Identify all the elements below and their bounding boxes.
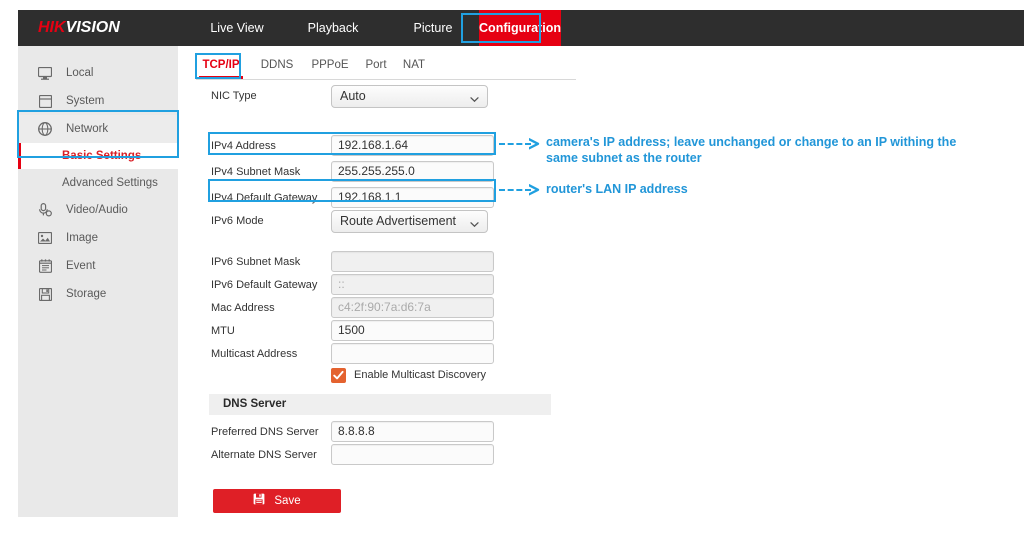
multicast-address-input[interactable] xyxy=(331,343,494,364)
sidebar-item-basic-settings[interactable]: Basic Settings xyxy=(18,143,178,169)
tab-configuration[interactable]: Configuration xyxy=(479,10,561,46)
ipv6-default-gateway-input[interactable]: :: xyxy=(331,274,494,295)
sidebar-item-system[interactable]: System xyxy=(18,87,178,115)
preferred-dns-server-label: Preferred DNS Server xyxy=(211,426,319,438)
nic-type-label: NIC Type xyxy=(211,90,257,102)
ipv4-subnet-mask-label: IPv4 Subnet Mask xyxy=(211,166,301,178)
nic-type-value: Auto xyxy=(340,89,366,103)
window-icon xyxy=(32,94,58,108)
preferred-dns-server-input[interactable]: 8.8.8.8 xyxy=(331,421,494,442)
tab-port[interactable]: Port xyxy=(362,54,390,79)
tab-ddns[interactable]: DDNS xyxy=(256,54,298,79)
mtu-input[interactable]: 1500 xyxy=(331,320,494,341)
chevron-down-icon xyxy=(470,215,479,228)
save-button[interactable]: Save xyxy=(213,489,341,513)
ipv4-default-gateway-input[interactable]: 192.168.1.1 xyxy=(331,187,494,208)
row-alternate-dns-server: Alternate DNS Server xyxy=(178,444,598,466)
hikvision-logo: HIKVISION xyxy=(38,19,120,37)
sidebar-subitem-label: Basic Settings xyxy=(62,150,142,162)
multicast-address-label: Multicast Address xyxy=(211,348,298,360)
mac-address-label: Mac Address xyxy=(211,302,275,314)
sidebar-item-event[interactable]: Event xyxy=(18,252,178,280)
ipv4-default-gateway-label: IPv4 Default Gateway xyxy=(211,192,318,204)
nic-type-select[interactable]: Auto xyxy=(331,85,488,108)
content-tab-strip: TCP/IP DDNS PPPoE Port NAT xyxy=(196,54,576,80)
logo-vision-text: VISION xyxy=(65,19,120,36)
enable-multicast-discovery-label: Enable Multicast Discovery xyxy=(354,369,487,381)
row-preferred-dns-server: Preferred DNS Server 8.8.8.8 xyxy=(178,421,598,443)
monitor-icon xyxy=(32,66,58,80)
top-header-bar: HIKVISION Live View Playback Picture Con… xyxy=(18,10,1024,46)
annotation-note-ipv4-address: camera's IP address; leave unchanged or … xyxy=(546,135,957,165)
sidebar-item-local[interactable]: Local xyxy=(18,59,178,87)
globe-icon xyxy=(32,122,58,136)
enable-multicast-discovery-checkbox[interactable] xyxy=(331,368,346,383)
tab-nat[interactable]: NAT xyxy=(400,54,428,79)
annotation-arrow-head-2 xyxy=(527,183,541,201)
sidebar-item-label: System xyxy=(66,95,105,107)
annotation-arrow-head-1 xyxy=(527,137,541,155)
row-mac-address: Mac Address c4:2f:90:7a:d6:7a xyxy=(178,297,598,319)
picture-icon xyxy=(32,232,58,244)
ipv4-address-input[interactable]: 192.168.1.64 xyxy=(331,135,494,156)
mtu-label: MTU xyxy=(211,325,235,337)
sidebar-item-label: Image xyxy=(66,232,98,244)
ipv6-subnet-mask-label: IPv6 Subnet Mask xyxy=(211,256,301,268)
main-content-panel: TCP/IP DDNS PPPoE Port NAT NIC Type Auto… xyxy=(178,46,1024,517)
tab-tcpip[interactable]: TCP/IP xyxy=(199,54,243,79)
tab-pppoe[interactable]: PPPoE xyxy=(308,54,352,79)
sidebar-item-storage[interactable]: Storage xyxy=(18,280,178,308)
microphone-icon xyxy=(32,203,58,217)
calendar-icon xyxy=(32,259,58,273)
ipv6-mode-label: IPv6 Mode xyxy=(211,215,264,227)
sidebar-nav: Local System Network Basic Settings Adva… xyxy=(18,46,178,517)
annotation-dash-line-1 xyxy=(499,143,531,145)
ipv6-mode-select[interactable]: Route Advertisement xyxy=(331,210,488,233)
sidebar-item-video-audio[interactable]: Video/Audio xyxy=(18,196,178,224)
ipv6-mode-value: Route Advertisement xyxy=(340,214,457,228)
tab-playback[interactable]: Playback xyxy=(286,10,380,46)
save-button-label: Save xyxy=(274,495,301,507)
row-enable-multicast-discovery: Enable Multicast Discovery xyxy=(178,368,598,386)
row-ipv6-default-gateway: IPv6 Default Gateway :: xyxy=(178,274,598,296)
sidebar-item-image[interactable]: Image xyxy=(18,224,178,252)
row-nic-type: NIC Type Auto xyxy=(178,85,598,108)
sidebar-item-label: Storage xyxy=(66,288,107,300)
floppy-disk-icon xyxy=(32,287,58,301)
sidebar-item-label: Local xyxy=(66,67,94,79)
row-ipv4-subnet-mask: IPv4 Subnet Mask 255.255.255.0 xyxy=(178,161,598,183)
annotation-dash-line-2 xyxy=(499,189,531,191)
row-multicast-address: Multicast Address xyxy=(178,343,598,365)
logo-hik-text: HIK xyxy=(38,19,66,36)
row-mtu: MTU 1500 xyxy=(178,320,598,342)
annotation-note-gateway: router's LAN IP address xyxy=(546,182,688,196)
dns-server-group-header: DNS Server xyxy=(209,394,551,415)
sidebar-item-label: Video/Audio xyxy=(66,204,128,216)
mac-address-input: c4:2f:90:7a:d6:7a xyxy=(331,297,494,318)
sidebar-item-label: Network xyxy=(66,123,109,135)
alternate-dns-server-label: Alternate DNS Server xyxy=(211,449,317,461)
sidebar-subitem-label: Advanced Settings xyxy=(62,177,158,189)
row-ipv6-mode: IPv6 Mode Route Advertisement xyxy=(178,210,598,233)
sidebar-item-label: Event xyxy=(66,260,96,272)
sidebar-item-network[interactable]: Network xyxy=(18,115,178,143)
check-icon xyxy=(333,370,344,380)
ipv6-default-gateway-label: IPv6 Default Gateway xyxy=(211,279,318,291)
row-ipv6-subnet-mask: IPv6 Subnet Mask xyxy=(178,251,598,273)
alternate-dns-server-input[interactable] xyxy=(331,444,494,465)
tab-picture[interactable]: Picture xyxy=(390,10,476,46)
tab-live-view[interactable]: Live View xyxy=(190,10,284,46)
sidebar-item-advanced-settings[interactable]: Advanced Settings xyxy=(18,170,178,196)
ipv6-subnet-mask-input[interactable] xyxy=(331,251,494,272)
floppy-disk-icon xyxy=(253,492,265,510)
chevron-down-icon xyxy=(470,90,479,103)
ipv4-address-label: IPv4 Address xyxy=(211,140,276,152)
screenshot-root: HIKVISION Live View Playback Picture Con… xyxy=(0,0,1024,534)
ipv4-subnet-mask-input[interactable]: 255.255.255.0 xyxy=(331,161,494,182)
